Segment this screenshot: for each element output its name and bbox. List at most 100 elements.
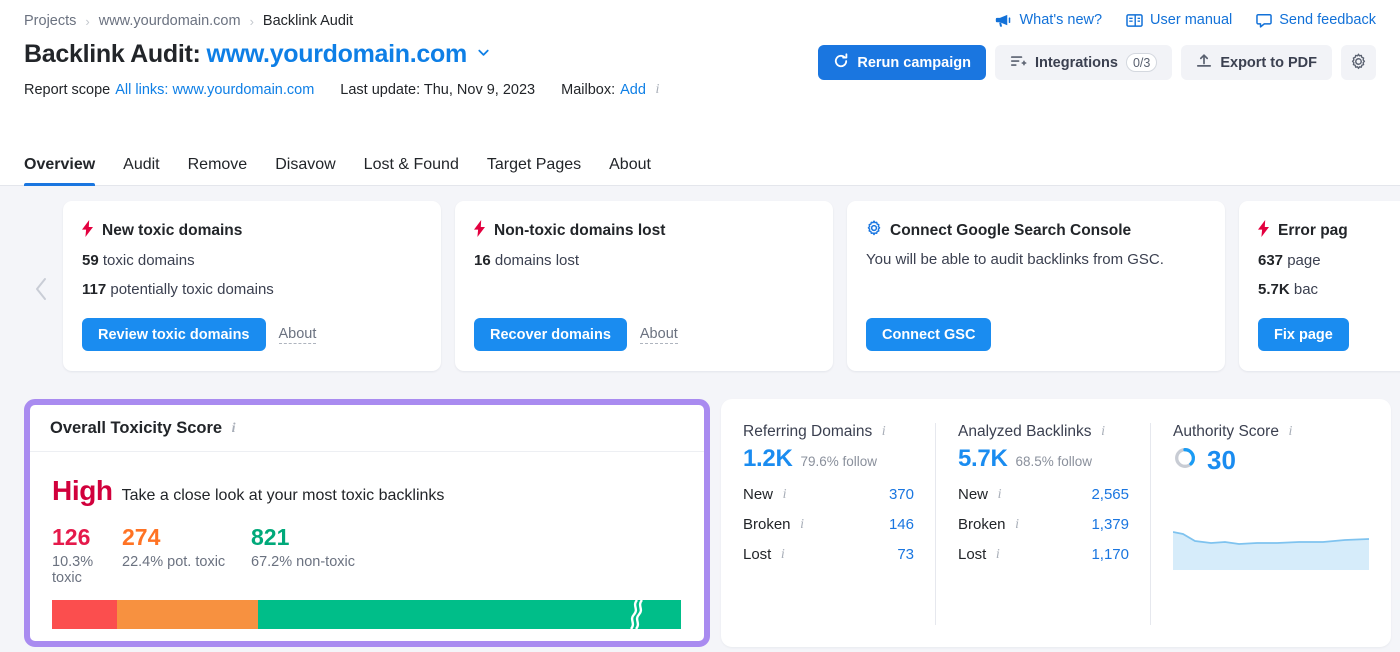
bolt-icon: [1258, 220, 1270, 242]
row-key: Broken i: [743, 516, 809, 533]
integrations-button[interactable]: Integrations 0/3: [994, 45, 1173, 80]
toxicity-distribution-bar: [52, 600, 682, 630]
card-footer: Recover domains About: [474, 318, 678, 351]
card-new-toxic-domains[interactable]: New toxic domains 59 toxic domains 117 p…: [63, 201, 441, 371]
referring-domains-total[interactable]: 1.2K: [743, 445, 793, 473]
card-metric-text: potentially toxic domains: [110, 280, 274, 298]
info-icon[interactable]: i: [796, 517, 809, 533]
row-key-text: Broken: [958, 516, 1006, 533]
connect-gsc-button[interactable]: Connect GSC: [866, 318, 992, 351]
tab-audit[interactable]: Audit: [109, 156, 173, 186]
fix-pages-button[interactable]: Fix page: [1258, 318, 1349, 351]
row-value[interactable]: 370: [889, 486, 914, 503]
row-key-text: Lost: [958, 546, 987, 563]
row-value[interactable]: 1,379: [1091, 516, 1129, 533]
settings-button[interactable]: [1341, 45, 1376, 80]
card-metric-line-1: 637 page: [1258, 251, 1400, 271]
rerun-campaign-label: Rerun campaign: [857, 54, 971, 71]
card-title: Non-toxic domains lost: [494, 222, 666, 239]
export-to-pdf-button[interactable]: Export to PDF: [1181, 45, 1332, 80]
breadcrumb-item-projects[interactable]: Projects: [24, 13, 76, 29]
info-icon[interactable]: i: [227, 421, 240, 437]
card-non-toxic-domains-lost[interactable]: Non-toxic domains lost 16 domains lost R…: [455, 201, 833, 371]
tab-disavow[interactable]: Disavow: [261, 156, 349, 186]
mailbox-add-link[interactable]: Add: [620, 82, 646, 98]
tab-lost-and-found[interactable]: Lost & Found: [350, 156, 473, 186]
row-key: New i: [958, 486, 1006, 503]
bar-break-mark: [628, 600, 644, 630]
tab-remove[interactable]: Remove: [174, 156, 262, 186]
review-toxic-domains-button[interactable]: Review toxic domains: [82, 318, 266, 351]
row-key: Broken i: [958, 516, 1024, 533]
tab-bar: Overview Audit Remove Disavow Lost & Fou…: [24, 156, 665, 186]
whats-new-link[interactable]: What's new?: [995, 12, 1102, 28]
authority-score-value-row: 30: [1173, 445, 1369, 476]
card-footer: Fix page: [1258, 318, 1349, 351]
about-link[interactable]: About: [639, 326, 678, 344]
book-icon: [1126, 13, 1143, 28]
bolt-icon: [82, 220, 94, 242]
chevron-down-icon[interactable]: [476, 45, 491, 64]
carousel-prev-button[interactable]: [28, 273, 54, 309]
whats-new-label: What's new?: [1019, 12, 1103, 28]
toxicity-stat-value: 274: [122, 524, 161, 550]
row-value[interactable]: 146: [889, 516, 914, 533]
rerun-campaign-button[interactable]: Rerun campaign: [818, 45, 986, 80]
tab-overview[interactable]: Overview: [24, 156, 109, 186]
info-icon[interactable]: i: [991, 547, 1004, 563]
card-header: Connect Google Search Console: [866, 220, 1206, 241]
send-feedback-link[interactable]: Send feedback: [1256, 12, 1376, 28]
card-metric-line-2: 117 potentially toxic domains: [82, 280, 422, 300]
info-icon[interactable]: i: [776, 547, 789, 563]
analyzed-backlinks-total[interactable]: 5.7K: [958, 445, 1008, 473]
row-value[interactable]: 1,170: [1091, 546, 1129, 563]
referring-domains-row-new: New i 370: [743, 486, 914, 503]
overview-panels: Overall Toxicity Score i High Take a clo…: [0, 399, 1400, 647]
card-connect-google-search-console[interactable]: Connect Google Search Console You will b…: [847, 201, 1225, 371]
info-icon[interactable]: i: [1284, 424, 1297, 440]
analyzed-backlinks-row-lost: Lost i 1,170: [958, 546, 1129, 563]
referring-domains-column: Referring Domains i 1.2K 79.6% follow Ne…: [721, 423, 936, 647]
toxicity-stat-label: 10.3% toxic: [52, 554, 94, 587]
page-title-domain[interactable]: www.yourdomain.com: [207, 40, 468, 68]
info-icon[interactable]: i: [1011, 517, 1024, 533]
tab-target-pages[interactable]: Target Pages: [473, 156, 595, 186]
report-scope-value[interactable]: All links: www.yourdomain.com: [115, 82, 314, 98]
toxicity-stat-value: 126: [52, 524, 91, 550]
integrations-count-badge: 0/3: [1125, 53, 1158, 72]
user-manual-link[interactable]: User manual: [1126, 12, 1232, 28]
analyzed-backlinks-title: Analyzed Backlinks i: [958, 423, 1129, 441]
info-icon[interactable]: i: [778, 487, 791, 503]
authority-score-value[interactable]: 30: [1207, 445, 1236, 476]
recover-domains-button[interactable]: Recover domains: [474, 318, 627, 351]
toxicity-panel-body: High Take a close look at your most toxi…: [30, 452, 704, 630]
row-key-text: New: [958, 486, 989, 503]
card-description: You will be able to audit backlinks from…: [866, 251, 1164, 268]
info-icon[interactable]: i: [651, 82, 664, 98]
card-metric-line-1: 59 toxic domains: [82, 251, 422, 271]
card-title: Connect Google Search Console: [890, 221, 1132, 239]
send-feedback-label: Send feedback: [1279, 12, 1376, 28]
about-link[interactable]: About: [278, 326, 317, 344]
info-icon[interactable]: i: [1097, 424, 1110, 440]
row-value[interactable]: 2,565: [1091, 486, 1129, 503]
card-header: Error pag: [1258, 220, 1400, 242]
refresh-icon: [833, 52, 849, 73]
card-metric-text: bac: [1293, 280, 1319, 298]
analyzed-backlinks-follow: 68.5% follow: [1015, 454, 1093, 469]
breadcrumb-item-domain[interactable]: www.yourdomain.com: [99, 13, 241, 29]
meta-row: Report scope All links: www.yourdomain.c…: [24, 82, 1376, 98]
card-metric-value: 5.7K: [1258, 280, 1290, 298]
row-value[interactable]: 73: [897, 546, 914, 563]
toxicity-panel-header: Overall Toxicity Score i: [30, 405, 704, 452]
column-title-text: Analyzed Backlinks: [958, 423, 1092, 440]
card-error-pages[interactable]: Error pag 637 page 5.7K bac Fix page: [1239, 201, 1400, 371]
page-title: Backlink Audit: www.yourdomain.com: [24, 40, 467, 69]
card-metric-text: toxic domains: [102, 252, 195, 269]
info-icon[interactable]: i: [993, 487, 1006, 503]
card-metric-line-2: 5.7K bac: [1258, 280, 1400, 300]
row-key: New i: [743, 486, 791, 503]
gear-blue-icon: [866, 220, 882, 241]
info-icon[interactable]: i: [877, 424, 890, 440]
tab-about[interactable]: About: [595, 156, 665, 186]
